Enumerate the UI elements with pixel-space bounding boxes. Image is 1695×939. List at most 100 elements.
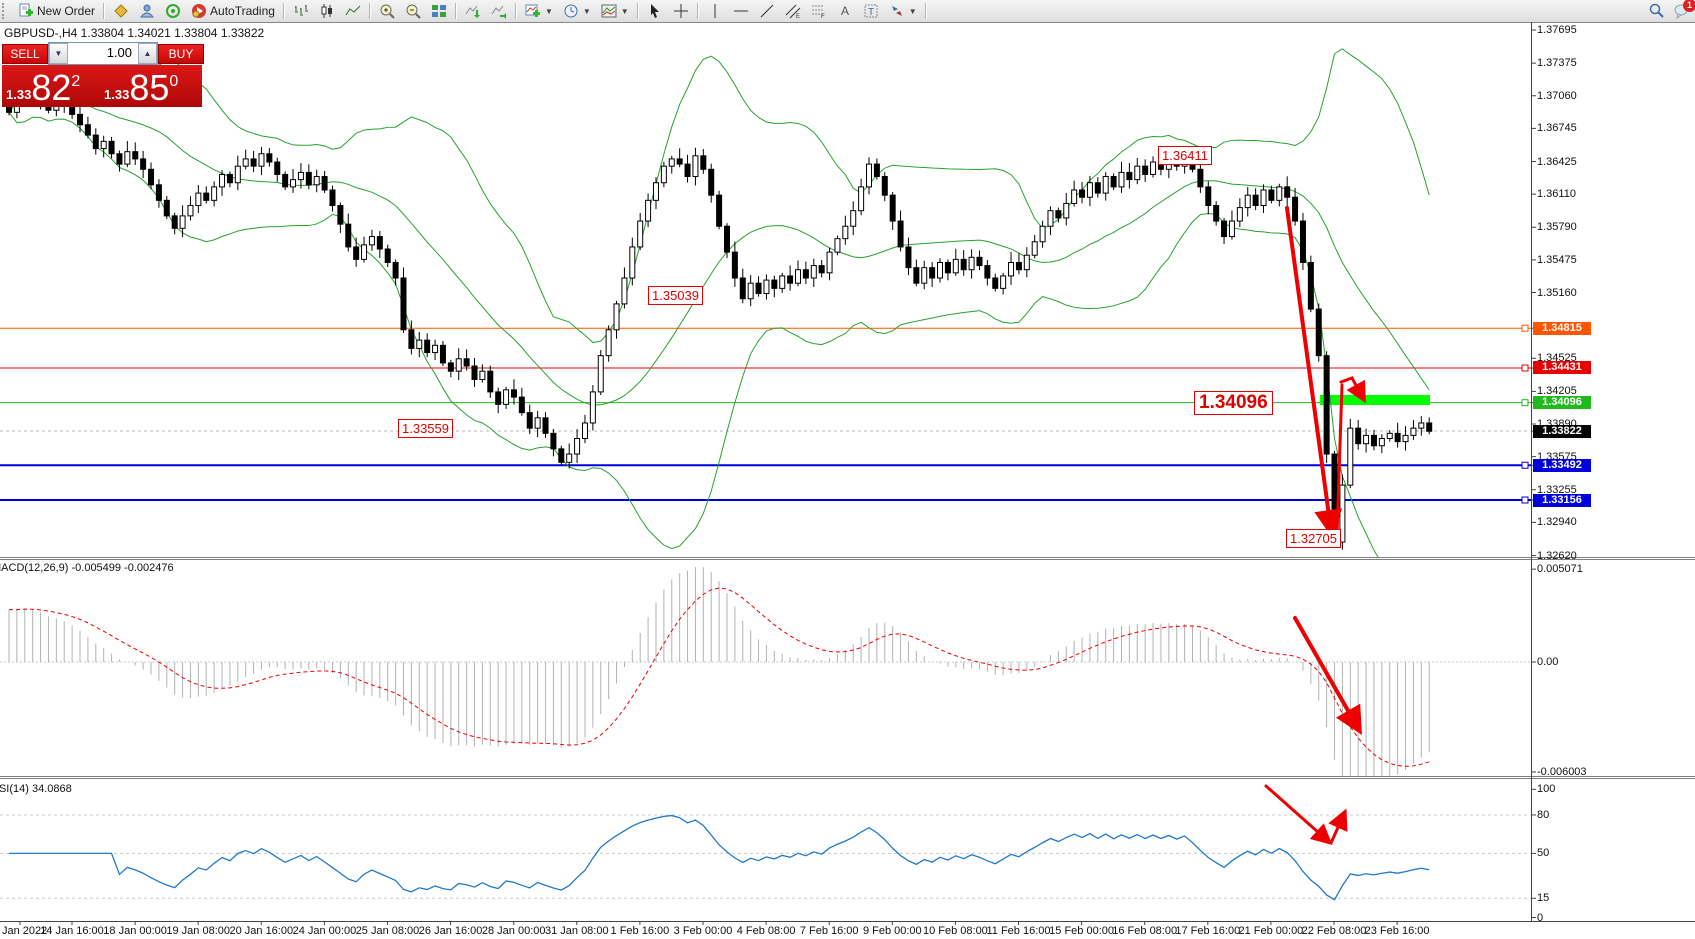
crosshair-button[interactable] [668, 0, 694, 22]
volume-down-button[interactable]: ▼ [49, 43, 68, 64]
time-axis-label: 20 Jan 16:00 [229, 925, 293, 937]
time-axis-label: 24 Jan 00:00 [293, 925, 357, 937]
zoom-in-button[interactable] [374, 0, 400, 22]
market-watch-icon [139, 3, 155, 19]
time-axis-label: 14 Jan 16:00 [40, 925, 104, 937]
svg-text:E: E [796, 14, 800, 19]
svg-text:T: T [868, 7, 874, 18]
time-axis-label: 4 Feb 08:00 [737, 925, 796, 937]
profiles-button[interactable] [108, 0, 134, 22]
caret-icon: ▼ [545, 7, 553, 16]
equidistant-channel-icon: E [785, 3, 801, 19]
cursor-button[interactable] [642, 0, 668, 22]
rsi-axis-label: 0 [1537, 912, 1543, 924]
time-axis-label: 16 Feb 08:00 [1112, 925, 1177, 937]
time-axis-label: 11 Feb 16:00 [986, 925, 1050, 937]
time-axis-label: 17 Feb 16:00 [1175, 925, 1240, 937]
line-chart-icon [345, 3, 361, 19]
time-axis-label: 3 Feb 00:00 [674, 925, 733, 937]
price-tag: 1.33492 [1533, 459, 1591, 472]
price-chart-canvas[interactable] [0, 22, 1695, 939]
volume-up-button[interactable]: ▲ [138, 43, 157, 64]
arrows-button[interactable]: ▼ [884, 0, 922, 22]
toolbar-grip[interactable] [2, 3, 11, 19]
price-tag: 1.34096 [1533, 396, 1591, 409]
line-chart-button[interactable] [340, 0, 366, 22]
time-axis-label: 23 Feb 16:00 [1365, 925, 1430, 937]
new-order-label: New Order [37, 4, 95, 18]
trendline-button[interactable] [754, 0, 780, 22]
equidistant-channel-button[interactable]: E [780, 0, 806, 22]
buy-button[interactable]: BUY [158, 44, 204, 64]
separator [637, 3, 639, 19]
sell-price-display[interactable]: 1.33822 [2, 65, 100, 107]
separator [283, 3, 285, 19]
time-axis-label: 9 Feb 00:00 [863, 925, 922, 937]
bar-chart-button[interactable] [288, 0, 314, 22]
separator [515, 3, 517, 19]
price-annotation: 1.34096 [1194, 391, 1273, 415]
new-chart-button[interactable]: ▼ [520, 0, 558, 22]
tile-windows-button[interactable] [426, 0, 452, 22]
market-watch-button[interactable] [134, 0, 160, 22]
separator [369, 3, 371, 19]
arrows-icon [889, 3, 905, 19]
autotrading-button[interactable]: AutoTrading [186, 0, 280, 22]
text-label-button[interactable]: T [858, 0, 884, 22]
zoom-out-button[interactable] [400, 0, 426, 22]
auto-scroll-icon [465, 3, 481, 19]
auto-scroll-button[interactable] [460, 0, 486, 22]
price-annotation: 1.32705 [1286, 529, 1341, 548]
price-tag: 1.33156 [1533, 494, 1591, 507]
price-annotation: 1.33559 [398, 419, 453, 438]
axis-price-label: 1.35475 [1537, 254, 1577, 266]
axis-price-label: 1.36425 [1537, 156, 1577, 168]
new-chart-icon [525, 3, 541, 19]
macd-axis-label: 0.00 [1537, 656, 1558, 668]
chart-shift-button[interactable] [486, 0, 512, 22]
templates-button[interactable]: ▼ [596, 0, 634, 22]
time-axis-label: 22 Feb 08:00 [1302, 925, 1367, 937]
bar-chart-icon [293, 3, 309, 19]
horizontal-line-button[interactable] [728, 0, 754, 22]
rsi-label: RSI(14) 34.0868 [0, 783, 72, 795]
one-click-trading-panel: SELL ▼ 1.00 ▲ BUY 1.33822 1.33850 [2, 42, 202, 120]
rsi-axis-label: 15 [1537, 892, 1549, 904]
sell-price-main: 82 [31, 71, 71, 105]
time-axis-label: 28 Jan 00:00 [482, 925, 546, 937]
time-axis-label: 26 Jan 16:00 [419, 925, 483, 937]
sell-button[interactable]: SELL [2, 44, 48, 64]
time-axis-label: 25 Jan 08:00 [356, 925, 420, 937]
text-button[interactable]: A [832, 0, 858, 22]
volume-value[interactable]: 1.00 [68, 43, 138, 64]
horizontal-line-icon [733, 3, 749, 19]
toolbar-right: 1 [1649, 3, 1689, 19]
new-order-button[interactable]: New Order [13, 0, 100, 22]
zoom-out-icon [405, 3, 421, 19]
text-label-icon: T [863, 3, 879, 19]
time-axis-label: 31 Jan 08:00 [545, 925, 609, 937]
search-icon[interactable] [1649, 3, 1665, 19]
zoom-in-icon [379, 3, 395, 19]
time-axis-label: 15 Feb 00:00 [1049, 925, 1114, 937]
rsi-name: RSI(14) [0, 783, 29, 795]
separator [103, 3, 105, 19]
vertical-line-button[interactable] [702, 0, 728, 22]
volume-stepper[interactable]: ▼ 1.00 ▲ [48, 42, 158, 65]
notifications-button[interactable]: 1 [1673, 3, 1689, 19]
time-axis-label: 18 Jan 00:00 [103, 925, 167, 937]
buy-price-prefix: 1.33 [104, 87, 129, 102]
time-axis-label: 21 Feb 00:00 [1238, 925, 1303, 937]
clock-icon [563, 3, 579, 19]
candlestick-chart-button[interactable] [314, 0, 340, 22]
separator [925, 3, 927, 19]
periods-button[interactable]: ▼ [558, 0, 596, 22]
new-order-icon [18, 3, 34, 19]
axis-price-label: 1.32620 [1537, 550, 1577, 562]
macd-label: MACD(12,26,9) -0.005499 -0.002476 [0, 562, 174, 574]
expert-advisors-button[interactable] [160, 0, 186, 22]
buy-price-display[interactable]: 1.33850 [100, 65, 202, 107]
notification-badge: 1 [1683, 0, 1695, 12]
rsi-value: 34.0868 [32, 783, 72, 795]
fibonacci-button[interactable]: F [806, 0, 832, 22]
